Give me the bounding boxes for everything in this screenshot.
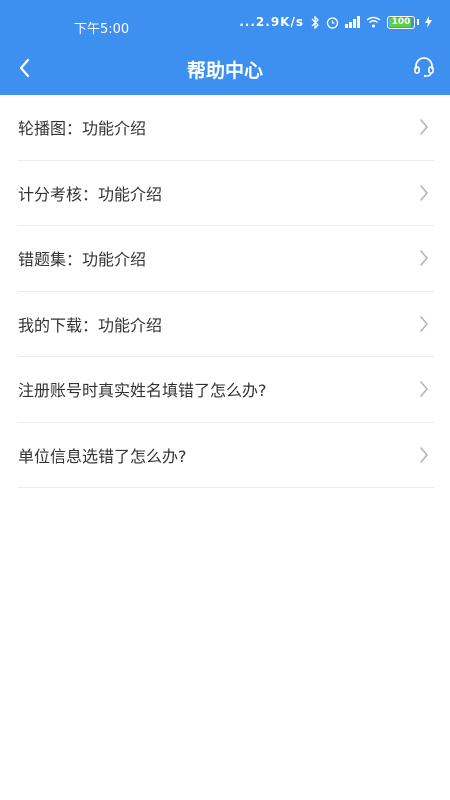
headset-icon[interactable] — [412, 55, 436, 79]
list-item-label: 注册账号时真实姓名填错了怎么办? — [18, 381, 267, 401]
help-list: 轮播图：功能介绍 计分考核：功能介绍 错题集：功能介绍 我的下载：功能介绍 注册… — [18, 95, 434, 488]
list-item-label: 我的下载：功能介绍 — [18, 315, 163, 335]
network-speed: ...2.9K/s — [239, 15, 304, 29]
list-item-label: 计分考核：功能介绍 — [18, 184, 163, 204]
page-title: 帮助中心 — [186, 60, 263, 82]
chevron-right-icon — [420, 315, 428, 332]
chevron-right-icon — [420, 119, 428, 136]
signal-icon — [345, 16, 360, 28]
battery-icon: 100 — [387, 15, 415, 29]
status-bar: 下午5:00 ...2.9K/s 100 — [0, 0, 450, 44]
list-item[interactable]: 错题集：功能介绍 — [18, 226, 434, 292]
alarm-icon — [326, 16, 339, 29]
chevron-right-icon — [420, 250, 428, 267]
nav-bar: 帮助中心 — [0, 44, 450, 95]
wifi-icon — [366, 16, 381, 28]
list-item-label: 轮播图：功能介绍 — [18, 119, 147, 139]
list-item[interactable]: 轮播图：功能介绍 — [18, 95, 434, 161]
list-item[interactable]: 注册账号时真实姓名填错了怎么办? — [18, 357, 434, 423]
battery-cap — [417, 19, 419, 25]
list-item[interactable]: 计分考核：功能介绍 — [18, 161, 434, 226]
chevron-right-icon — [420, 184, 428, 201]
list-item-label: 错题集：功能介绍 — [18, 250, 147, 270]
chevron-right-icon — [420, 381, 428, 398]
chevron-right-icon — [420, 446, 428, 463]
list-item[interactable]: 单位信息选错了怎么办? — [18, 423, 434, 488]
list-item-label: 单位信息选错了怎么办? — [18, 446, 187, 466]
app-header: 下午5:00 ...2.9K/s 100 帮助中心 — [0, 0, 450, 95]
status-icons: ...2.9K/s 100 — [239, 15, 432, 29]
status-time: 下午5:00 — [74, 22, 130, 37]
charging-icon — [425, 16, 432, 28]
bluetooth-icon — [311, 15, 319, 29]
list-item[interactable]: 我的下载：功能介绍 — [18, 292, 434, 357]
